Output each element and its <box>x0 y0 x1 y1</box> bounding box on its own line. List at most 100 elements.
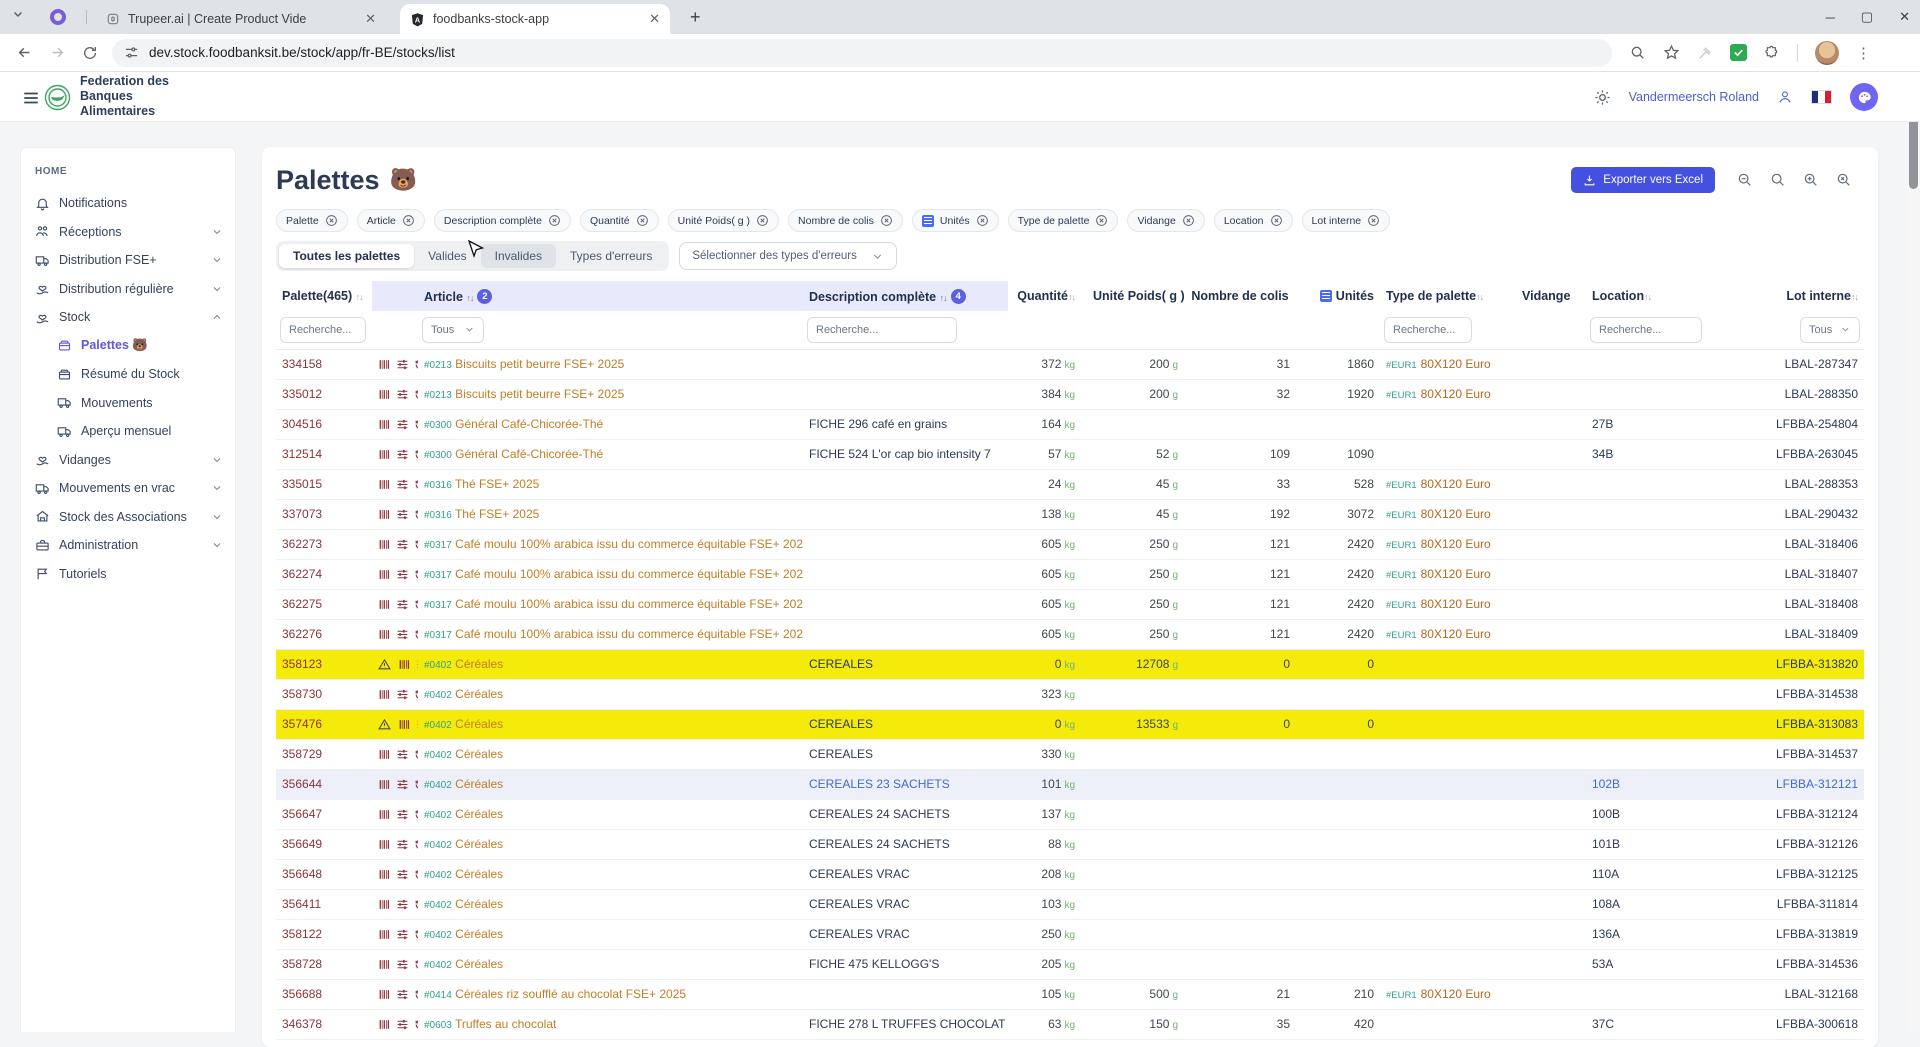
window-maximize-button[interactable]: ▢ <box>1861 9 1873 25</box>
details-icon[interactable] <box>396 628 409 641</box>
barcode-icon[interactable] <box>378 568 391 581</box>
table-row[interactable]: 356644#0402 CéréalesCEREALES 23 SACHETS1… <box>276 769 1864 799</box>
extension-check-icon[interactable] <box>1730 44 1747 61</box>
tab-types-d-erreurs[interactable]: Types d'erreurs <box>556 244 666 268</box>
barcode-icon[interactable] <box>378 688 391 701</box>
history-icon[interactable] <box>414 988 418 1001</box>
sidebar-item-aper-u-mensuel[interactable]: Aperçu mensuel <box>35 417 223 446</box>
filter-chip-description-compl-te[interactable]: Description complète <box>434 209 571 232</box>
window-minimize-button[interactable]: ─ <box>1826 10 1835 25</box>
tab-invalides[interactable]: Invalides <box>481 244 556 268</box>
details-icon[interactable] <box>396 868 409 881</box>
remove-chip-icon[interactable] <box>1095 214 1108 227</box>
remove-chip-icon[interactable] <box>548 214 561 227</box>
barcode-icon[interactable] <box>378 1018 391 1031</box>
table-row[interactable]: 362275#0317 Café moulu 100% arabica issu… <box>276 589 1864 619</box>
col-header-nombre-colis[interactable]: Nombre de colis <box>1184 281 1296 311</box>
details-icon[interactable] <box>396 1018 409 1031</box>
barcode-icon[interactable] <box>378 868 391 881</box>
remove-chip-icon[interactable] <box>976 214 989 227</box>
profile-avatar[interactable] <box>1815 41 1839 65</box>
barcode-icon[interactable] <box>378 628 391 641</box>
table-row[interactable]: 362274#0317 Café moulu 100% arabica issu… <box>276 559 1864 589</box>
history-icon[interactable] <box>414 748 418 761</box>
barcode-icon[interactable] <box>398 718 411 731</box>
zoom-out-icon[interactable] <box>1737 172 1753 188</box>
details-icon[interactable] <box>396 508 409 521</box>
table-row[interactable]: 356648#0402 CéréalesCEREALES VRAC208kg11… <box>276 859 1864 889</box>
tab-close-icon[interactable]: ✕ <box>649 11 660 27</box>
reload-button[interactable] <box>82 45 98 61</box>
barcode-icon[interactable] <box>378 538 391 551</box>
table-row[interactable]: 362273#0317 Café moulu 100% arabica issu… <box>276 529 1864 559</box>
filter-chip-vidange[interactable]: Vidange <box>1127 209 1204 232</box>
history-icon[interactable] <box>414 508 418 521</box>
details-icon[interactable] <box>396 478 409 491</box>
history-icon[interactable] <box>414 478 418 491</box>
description-search-input[interactable] <box>807 317 957 343</box>
language-flag-icon[interactable] <box>1811 90 1832 104</box>
barcode-icon[interactable] <box>398 658 411 671</box>
filter-chip-unit-poids-g-[interactable]: Unité Poids( g ) <box>668 209 779 232</box>
table-row[interactable]: 357476#0402 CéréalesCEREALES0kg13533g00L… <box>276 709 1864 739</box>
zoom-page-icon[interactable] <box>1630 45 1646 61</box>
history-icon[interactable] <box>414 598 418 611</box>
chrome-menu-icon[interactable]: ⋮ <box>1856 44 1871 62</box>
remove-chip-icon[interactable] <box>402 214 415 227</box>
details-icon[interactable] <box>416 658 418 671</box>
sidebar-item-mouvements-en-vrac[interactable]: Mouvements en vrac <box>35 474 223 503</box>
details-icon[interactable] <box>396 928 409 941</box>
table-row[interactable]: 358122#0402 CéréalesCEREALES VRAC250kg13… <box>276 919 1864 949</box>
bookmark-star-icon[interactable] <box>1663 44 1680 61</box>
details-icon[interactable] <box>416 718 418 731</box>
barcode-icon[interactable] <box>378 358 391 371</box>
sidebar-item-notifications[interactable]: Notifications <box>35 189 223 218</box>
col-header-palette[interactable]: Palette(465) ↑↓ <box>276 281 372 311</box>
barcode-icon[interactable] <box>378 898 391 911</box>
article-filter-select[interactable]: Tous <box>422 317 484 343</box>
export-excel-button[interactable]: Exporter vers Excel <box>1571 167 1715 193</box>
window-close-button[interactable]: ✕ <box>1899 9 1910 25</box>
page-scrollbar[interactable] <box>1907 72 1920 1032</box>
history-icon[interactable] <box>414 778 418 791</box>
zoom-reset-icon[interactable] <box>1770 172 1786 188</box>
details-icon[interactable] <box>396 448 409 461</box>
table-row[interactable]: 312514#0300 Général Café-Chicorée-ThéFIC… <box>276 439 1864 469</box>
extension-disabled-icon[interactable] <box>1697 45 1713 61</box>
sidebar-item-vidanges[interactable]: Vidanges <box>35 446 223 475</box>
filter-chip-lot-interne[interactable]: Lot interne <box>1302 209 1391 232</box>
details-icon[interactable] <box>396 958 409 971</box>
details-icon[interactable] <box>396 778 409 791</box>
table-row[interactable]: 358729#0402 CéréalesCEREALES330kgLFBBA-3… <box>276 739 1864 769</box>
barcode-icon[interactable] <box>378 478 391 491</box>
user-name[interactable]: Vandermeersch Roland <box>1629 90 1759 104</box>
barcode-icon[interactable] <box>378 748 391 761</box>
barcode-icon[interactable] <box>378 388 391 401</box>
tab-close-icon[interactable]: ✕ <box>365 11 376 27</box>
history-icon[interactable] <box>414 808 418 821</box>
sidebar-item-distribution-r-guli-re[interactable]: Distribution régulière <box>35 275 223 304</box>
table-row[interactable]: 356411#0402 CéréalesCEREALES VRAC103kg10… <box>276 889 1864 919</box>
barcode-icon[interactable] <box>378 418 391 431</box>
history-icon[interactable] <box>414 418 418 431</box>
history-icon[interactable] <box>414 538 418 551</box>
details-icon[interactable] <box>396 418 409 431</box>
hamburger-menu-icon[interactable] <box>22 89 40 107</box>
history-icon[interactable] <box>414 868 418 881</box>
table-row[interactable]: 362276#0317 Café moulu 100% arabica issu… <box>276 619 1864 649</box>
barcode-icon[interactable] <box>378 838 391 851</box>
filter-chip-quantit-[interactable]: Quantité <box>580 209 659 232</box>
browser-tab-foodbanks[interactable]: A foodbanks-stock-app ✕ <box>400 4 670 34</box>
details-icon[interactable] <box>396 358 409 371</box>
sidebar-item-r-ceptions[interactable]: Réceptions <box>35 218 223 247</box>
tab-group-icon[interactable] <box>50 9 66 25</box>
col-header-quantite[interactable]: Quantité↑↓ <box>1008 281 1081 311</box>
details-icon[interactable] <box>396 538 409 551</box>
col-header-vidange[interactable]: Vidange <box>1516 281 1586 311</box>
extensions-puzzle-icon[interactable] <box>1764 45 1780 61</box>
sidebar-item-stock-des-associations[interactable]: Stock des Associations <box>35 503 223 532</box>
history-icon[interactable] <box>414 958 418 971</box>
col-header-lot-interne[interactable]: Lot interne↑↓ <box>1708 281 1864 311</box>
remove-chip-icon[interactable] <box>1367 214 1380 227</box>
col-header-location[interactable]: Location↑↓ <box>1586 281 1708 311</box>
